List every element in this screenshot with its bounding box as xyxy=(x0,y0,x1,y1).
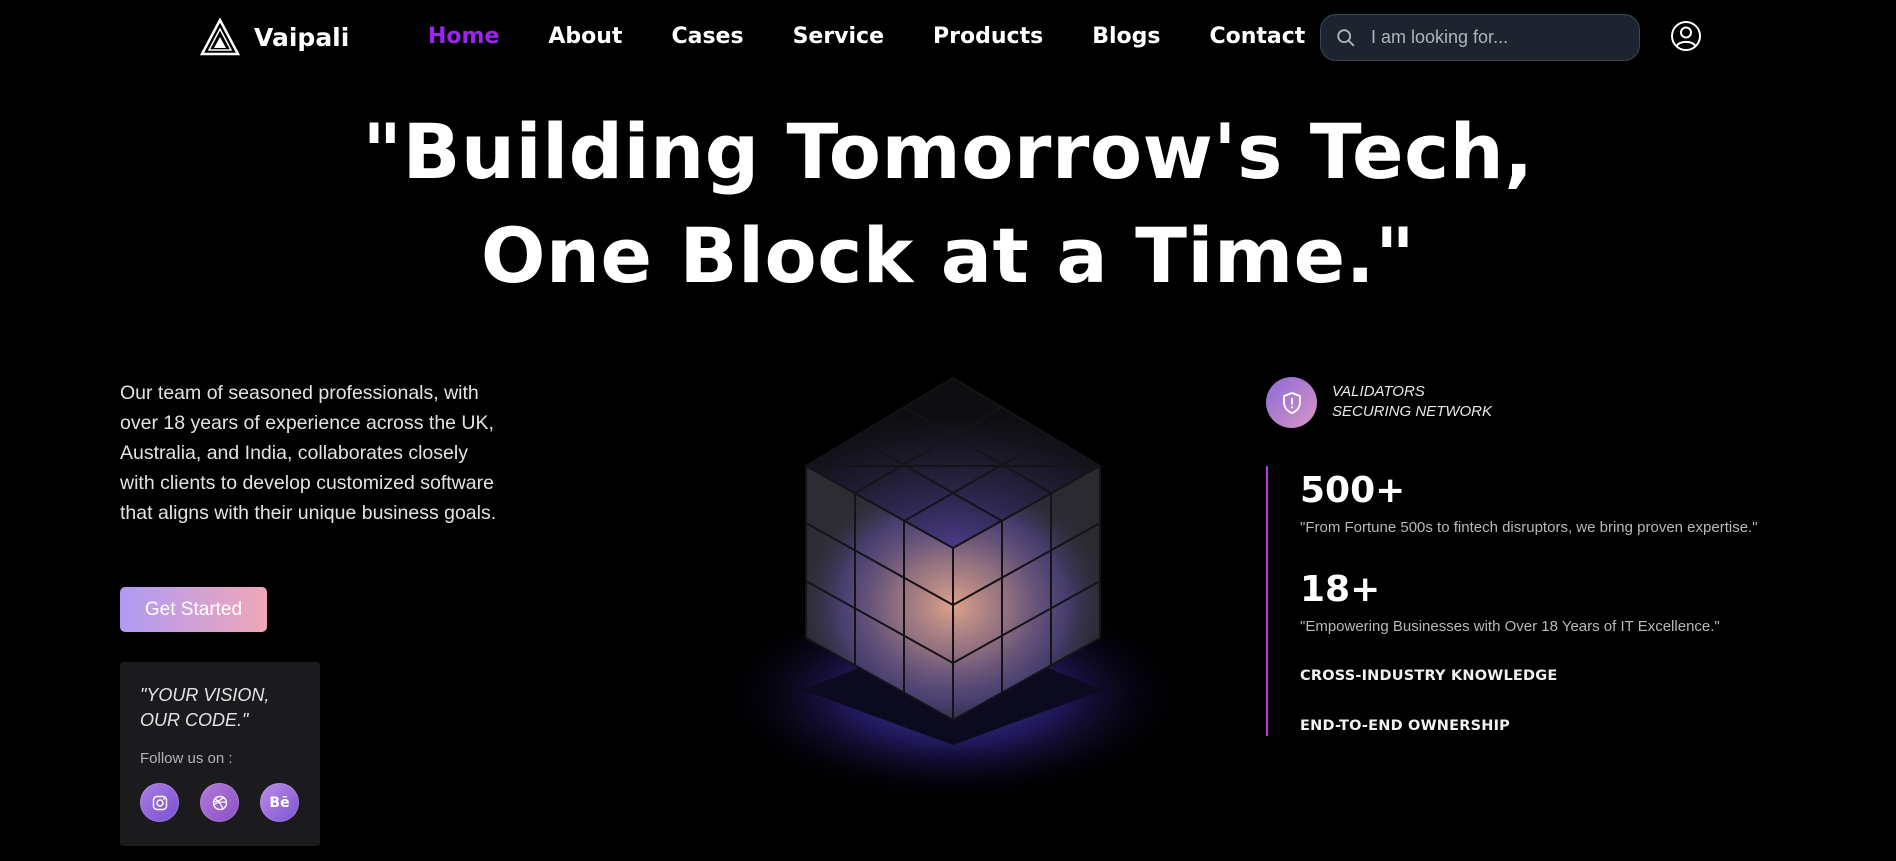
instagram-icon xyxy=(152,795,167,810)
dribbble-icon xyxy=(212,795,227,810)
headline-line-2: One Block at a Time." xyxy=(480,211,1416,300)
card-quote: "YOUR VISION, OUR CODE." xyxy=(140,685,270,730)
brand[interactable]: Vaipali xyxy=(200,18,349,56)
stats-divider xyxy=(1266,466,1268,736)
validator-line-1: VALIDATORS xyxy=(1332,383,1425,400)
behance-button[interactable]: Bē xyxy=(260,783,299,822)
search-input[interactable] xyxy=(1371,27,1621,48)
stat-value-years: 18+ xyxy=(1300,569,1381,610)
search-icon xyxy=(1337,28,1355,46)
dribbble-button[interactable] xyxy=(200,783,239,822)
tag-end-to-end: END-TO-END OWNERSHIP xyxy=(1300,718,1510,734)
main-menu: Home About Cases Service Products Blogs … xyxy=(428,24,1354,49)
headline-line-1: "Building Tomorrow's Tech, xyxy=(362,107,1534,196)
stat-desc-clients: "From Fortune 500s to fintech disruptors… xyxy=(1300,519,1758,536)
nav-link-blogs[interactable]: Blogs xyxy=(1092,24,1160,49)
stat-desc-years: "Empowering Businesses with Over 18 Year… xyxy=(1300,618,1720,635)
tag-cross-industry: CROSS-INDUSTRY KNOWLEDGE xyxy=(1300,668,1558,684)
triangle-logo-icon xyxy=(200,18,240,56)
shield-alert-icon xyxy=(1282,391,1301,414)
validator-badge xyxy=(1266,377,1317,428)
follow-card: "YOUR VISION, OUR CODE." Follow us on : … xyxy=(120,662,320,846)
behance-icon: Bē xyxy=(269,794,290,811)
social-links: Bē xyxy=(140,783,320,822)
get-started-button[interactable]: Get Started xyxy=(120,587,267,632)
follow-label: Follow us on : xyxy=(140,750,233,767)
nav-link-service[interactable]: Service xyxy=(793,24,884,49)
nav-link-about[interactable]: About xyxy=(548,24,622,49)
stat-value-clients: 500+ xyxy=(1300,470,1406,511)
brand-name: Vaipali xyxy=(254,22,350,52)
nav-link-products[interactable]: Products xyxy=(933,24,1043,49)
user-circle-icon[interactable] xyxy=(1670,20,1702,52)
nav-link-cases[interactable]: Cases xyxy=(671,24,743,49)
nav-link-contact[interactable]: Contact xyxy=(1209,24,1305,49)
intro-paragraph: Our team of seasoned professionals, with… xyxy=(120,382,497,524)
top-navigation: Vaipali Home About Cases Service Product… xyxy=(0,0,1896,76)
hero-headline: "Building Tomorrow's Tech, One Block at … xyxy=(0,100,1896,308)
validator-line-2: SECURING NETWORK xyxy=(1332,403,1493,420)
glowing-cube-illustration xyxy=(713,376,1193,800)
nav-link-home[interactable]: Home xyxy=(428,24,499,49)
search-box xyxy=(1320,14,1640,61)
validator-text: VALIDATORS SECURING NETWORK xyxy=(1332,382,1492,422)
instagram-button[interactable] xyxy=(140,783,179,822)
